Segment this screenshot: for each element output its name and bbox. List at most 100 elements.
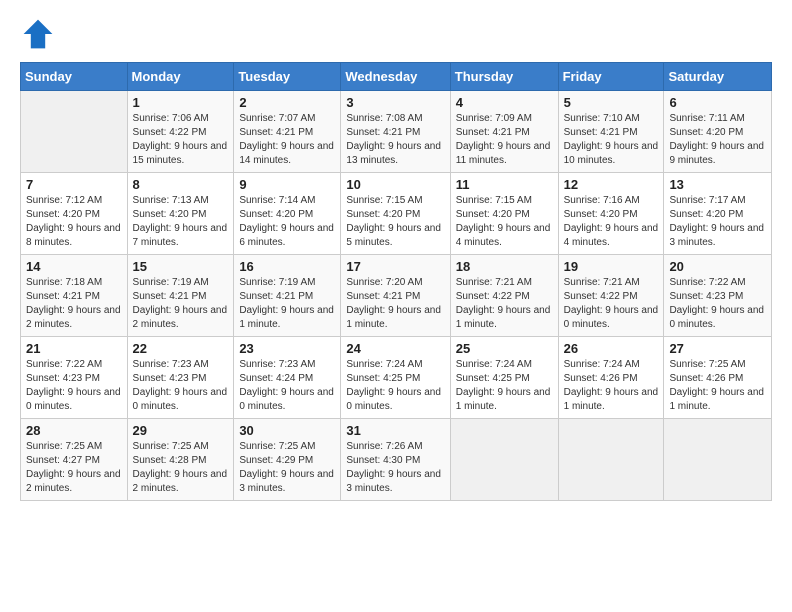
day-info: Sunrise: 7:07 AMSunset: 4:21 PMDaylight:… (239, 112, 335, 168)
calendar-day-cell: 18 Sunrise: 7:21 AMSunset: 4:22 PMDayligh… (450, 255, 558, 337)
calendar-day-cell: 8Sunrise: 7:13 AMSunset: 4:20 PMDaylight… (127, 173, 234, 255)
day-number: 12 (564, 177, 659, 192)
day-info: Sunrise: 7:20 AMSunset: 4:21 PMDaylight:… (346, 276, 444, 332)
day-number: 17 (346, 259, 444, 274)
calendar-day-cell: 2 Sunrise: 7:07 AMSunset: 4:21 PMDaylight… (234, 91, 341, 173)
weekday-header-cell: Friday (558, 63, 664, 91)
calendar-day-cell: 6 Sunrise: 7:11 AMSunset: 4:20 PMDaylight… (664, 91, 772, 173)
day-info: Sunrise: 7:19 AMSunset: 4:21 PMDaylight:… (133, 276, 229, 332)
day-number: 2 (239, 95, 335, 110)
day-info: Sunrise: 7:25 AMSunset: 4:26 PMDaylight:… (669, 358, 766, 414)
calendar-day-cell: 13 Sunrise: 7:17 AMSunset: 4:20 PMDayligh… (664, 173, 772, 255)
day-number: 27 (669, 341, 766, 356)
day-number: 1 (133, 95, 229, 110)
calendar-day-cell: 24 Sunrise: 7:24 AMSunset: 4:25 PMDayligh… (341, 337, 450, 419)
day-number: 31 (346, 423, 444, 438)
day-info: Sunrise: 7:17 AMSunset: 4:20 PMDaylight:… (669, 194, 766, 250)
calendar-day-cell: 10 Sunrise: 7:15 AMSunset: 4:20 PMDayligh… (341, 173, 450, 255)
weekday-header-cell: Sunday (21, 63, 128, 91)
day-number: 19 (564, 259, 659, 274)
day-info: Sunrise: 7:09 AMSunset: 4:21 PMDaylight:… (456, 112, 553, 168)
day-info: Sunrise: 7:11 AMSunset: 4:20 PMDaylight:… (669, 112, 766, 168)
day-info: Sunrise: 7:26 AMSunset: 4:30 PMDaylight:… (346, 440, 444, 496)
day-info: Sunrise: 7:22 AMSunset: 4:23 PMDaylight:… (669, 276, 766, 332)
calendar-day-cell: 5 Sunrise: 7:10 AMSunset: 4:21 PMDaylight… (558, 91, 664, 173)
day-info: Sunrise: 7:18 AMSunset: 4:21 PMDaylight:… (26, 276, 122, 332)
day-info: Sunrise: 7:25 AMSunset: 4:28 PMDaylight:… (133, 440, 229, 496)
page-header (20, 16, 772, 52)
calendar-day-cell: 16 Sunrise: 7:19 AMSunset: 4:21 PMDayligh… (234, 255, 341, 337)
day-info: Sunrise: 7:23 AMSunset: 4:23 PMDaylight:… (133, 358, 229, 414)
calendar-day-cell: 17 Sunrise: 7:20 AMSunset: 4:21 PMDayligh… (341, 255, 450, 337)
day-number: 26 (564, 341, 659, 356)
calendar-day-cell (21, 91, 128, 173)
day-info: Sunrise: 7:24 AMSunset: 4:25 PMDaylight:… (456, 358, 553, 414)
day-number: 28 (26, 423, 122, 438)
calendar-day-cell: 4 Sunrise: 7:09 AMSunset: 4:21 PMDaylight… (450, 91, 558, 173)
calendar-day-cell: 19 Sunrise: 7:21 AMSunset: 4:22 PMDayligh… (558, 255, 664, 337)
calendar-day-cell: 30Sunrise: 7:25 AMSunset: 4:29 PMDayligh… (234, 419, 341, 501)
calendar-day-cell: 22 Sunrise: 7:23 AMSunset: 4:23 PMDayligh… (127, 337, 234, 419)
calendar-week-row: 1 Sunrise: 7:06 AMSunset: 4:22 PMDaylight… (21, 91, 772, 173)
calendar-week-row: 28 Sunrise: 7:25 AMSunset: 4:27 PMDayligh… (21, 419, 772, 501)
day-info: Sunrise: 7:21 AMSunset: 4:22 PMDaylight:… (456, 276, 553, 332)
day-number: 22 (133, 341, 229, 356)
day-number: 29 (133, 423, 229, 438)
weekday-header-cell: Saturday (664, 63, 772, 91)
day-number: 13 (669, 177, 766, 192)
day-info: Sunrise: 7:14 AMSunset: 4:20 PMDaylight:… (239, 194, 335, 250)
calendar-day-cell: 7 Sunrise: 7:12 AMSunset: 4:20 PMDaylight… (21, 173, 128, 255)
day-info: Sunrise: 7:24 AMSunset: 4:25 PMDaylight:… (346, 358, 444, 414)
calendar-day-cell: 9 Sunrise: 7:14 AMSunset: 4:20 PMDaylight… (234, 173, 341, 255)
day-number: 25 (456, 341, 553, 356)
day-number: 6 (669, 95, 766, 110)
calendar-day-cell: 27 Sunrise: 7:25 AMSunset: 4:26 PMDayligh… (664, 337, 772, 419)
day-number: 21 (26, 341, 122, 356)
day-info: Sunrise: 7:19 AMSunset: 4:21 PMDaylight:… (239, 276, 335, 332)
calendar-day-cell: 31 Sunrise: 7:26 AMSunset: 4:30 PMDayligh… (341, 419, 450, 501)
calendar-day-cell (664, 419, 772, 501)
day-number: 10 (346, 177, 444, 192)
day-info: Sunrise: 7:25 AMSunset: 4:27 PMDaylight:… (26, 440, 122, 496)
day-info: Sunrise: 7:06 AMSunset: 4:22 PMDaylight:… (133, 112, 229, 168)
day-number: 11 (456, 177, 553, 192)
weekday-header-cell: Wednesday (341, 63, 450, 91)
day-number: 14 (26, 259, 122, 274)
calendar-day-cell: 28 Sunrise: 7:25 AMSunset: 4:27 PMDayligh… (21, 419, 128, 501)
calendar-day-cell: 26 Sunrise: 7:24 AMSunset: 4:26 PMDayligh… (558, 337, 664, 419)
calendar-table: SundayMondayTuesdayWednesdayThursdayFrid… (20, 62, 772, 501)
weekday-header-cell: Thursday (450, 63, 558, 91)
logo-icon (20, 16, 56, 52)
day-number: 4 (456, 95, 553, 110)
calendar-week-row: 21Sunrise: 7:22 AMSunset: 4:23 PMDayligh… (21, 337, 772, 419)
day-number: 18 (456, 259, 553, 274)
day-number: 7 (26, 177, 122, 192)
day-info: Sunrise: 7:16 AMSunset: 4:20 PMDaylight:… (564, 194, 659, 250)
day-number: 5 (564, 95, 659, 110)
calendar-day-cell: 15 Sunrise: 7:19 AMSunset: 4:21 PMDayligh… (127, 255, 234, 337)
day-info: Sunrise: 7:15 AMSunset: 4:20 PMDaylight:… (346, 194, 444, 250)
day-number: 16 (239, 259, 335, 274)
day-number: 9 (239, 177, 335, 192)
calendar-day-cell: 14 Sunrise: 7:18 AMSunset: 4:21 PMDayligh… (21, 255, 128, 337)
calendar-day-cell (558, 419, 664, 501)
calendar-day-cell: 23Sunrise: 7:23 AMSunset: 4:24 PMDayligh… (234, 337, 341, 419)
day-info: Sunrise: 7:25 AMSunset: 4:29 PMDaylight:… (239, 440, 335, 496)
day-info: Sunrise: 7:10 AMSunset: 4:21 PMDaylight:… (564, 112, 659, 168)
calendar-day-cell: 29 Sunrise: 7:25 AMSunset: 4:28 PMDayligh… (127, 419, 234, 501)
day-number: 15 (133, 259, 229, 274)
day-info: Sunrise: 7:12 AMSunset: 4:20 PMDaylight:… (26, 194, 122, 250)
weekday-header-cell: Monday (127, 63, 234, 91)
weekday-header-row: SundayMondayTuesdayWednesdayThursdayFrid… (21, 63, 772, 91)
calendar-day-cell: 12 Sunrise: 7:16 AMSunset: 4:20 PMDayligh… (558, 173, 664, 255)
day-info: Sunrise: 7:24 AMSunset: 4:26 PMDaylight:… (564, 358, 659, 414)
calendar-day-cell: 25 Sunrise: 7:24 AMSunset: 4:25 PMDayligh… (450, 337, 558, 419)
calendar-week-row: 14 Sunrise: 7:18 AMSunset: 4:21 PMDayligh… (21, 255, 772, 337)
calendar-day-cell: 3Sunrise: 7:08 AMSunset: 4:21 PMDaylight… (341, 91, 450, 173)
day-info: Sunrise: 7:21 AMSunset: 4:22 PMDaylight:… (564, 276, 659, 332)
calendar-day-cell (450, 419, 558, 501)
day-number: 24 (346, 341, 444, 356)
logo (20, 16, 60, 52)
day-info: Sunrise: 7:23 AMSunset: 4:24 PMDaylight:… (239, 358, 335, 414)
day-number: 20 (669, 259, 766, 274)
